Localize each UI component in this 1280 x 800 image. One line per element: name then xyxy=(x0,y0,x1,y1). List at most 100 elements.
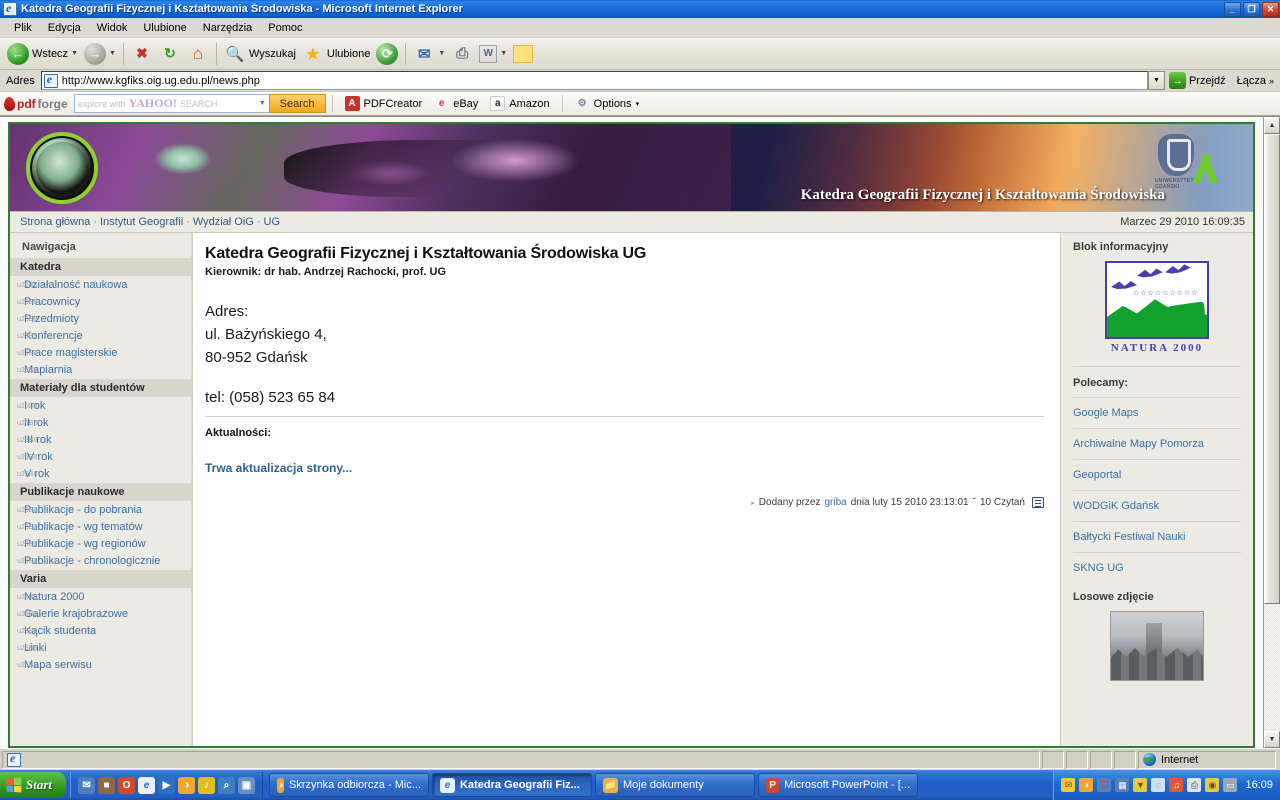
search-icon[interactable]: ⌕ xyxy=(218,776,236,794)
vertical-scrollbar[interactable]: ▲ ▼ xyxy=(1263,116,1280,748)
menu-item-plik[interactable]: Plik xyxy=(6,20,40,36)
menu-item-edycja[interactable]: Edycja xyxy=(40,20,89,36)
task-button-moje-dokumenty[interactable]: 📁 Moje dokumenty xyxy=(595,773,756,797)
mail-client-icon[interactable]: ◑ xyxy=(178,776,196,794)
natura-2000-logo[interactable]: ☆☆☆☆☆☆☆☆☆ xyxy=(1105,261,1209,339)
edit-dropdown-icon[interactable]: ▼ xyxy=(500,50,507,57)
close-button[interactable]: ✕ xyxy=(1262,1,1279,17)
camera-icon[interactable]: ■ xyxy=(98,776,116,794)
print-page-icon[interactable] xyxy=(1032,497,1044,508)
recommend-link-google-maps[interactable]: Google Maps xyxy=(1073,398,1241,429)
breadcrumb-ug[interactable]: UG xyxy=(264,216,281,228)
edit-button[interactable]: W ▼ xyxy=(476,41,510,67)
sidebar-item-iv-rok[interactable]: IV rok xyxy=(10,449,191,466)
search-dropdown-icon[interactable]: ▼ xyxy=(259,100,266,107)
messenger-button[interactable] xyxy=(510,41,536,67)
sidebar-item-linki[interactable]: Linki xyxy=(10,640,191,657)
stop-button[interactable]: ✖ xyxy=(128,41,156,67)
clock[interactable]: 16:09 xyxy=(1245,779,1273,791)
sidebar-item-ii-rok[interactable]: II rok xyxy=(10,415,191,432)
security-zone[interactable]: Internet xyxy=(1138,750,1276,769)
amazon-button[interactable]: a Amazon xyxy=(484,96,555,111)
sidebar-item-mapa-serwisu[interactable]: Mapa serwisu xyxy=(10,657,191,674)
address-input[interactable]: http://www.kgfiks.oig.ug.edu.pl/news.php xyxy=(40,71,1148,90)
print-button[interactable]: ⎙ xyxy=(448,41,476,67)
mail-client-tray-icon[interactable]: ◑ xyxy=(1079,778,1094,792)
menu-item-narzedzia[interactable]: Narzędzia xyxy=(195,20,261,36)
recommend-link-archiwalne-mapy[interactable]: Archiwalne Mapy Pomorza xyxy=(1073,429,1241,460)
menu-item-pomoc[interactable]: Pomoc xyxy=(260,20,310,36)
back-dropdown-icon[interactable]: ▼ xyxy=(71,50,78,57)
scrollbar-thumb[interactable] xyxy=(1264,134,1280,604)
show-desktop-icon[interactable]: ▣ xyxy=(238,776,256,794)
go-button[interactable]: → Przejdź xyxy=(1165,72,1233,89)
sidebar-item-i-rok[interactable]: I rok xyxy=(10,398,191,415)
search-button[interactable]: 🔍 Wyszukaj xyxy=(221,41,299,67)
sidebar-item-galerie-krajobrazowe[interactable]: Galerie krajobrazowe xyxy=(10,606,191,623)
maximize-button[interactable]: ❐ xyxy=(1243,1,1260,17)
home-button[interactable]: ⌂ xyxy=(184,41,212,67)
task-button-outlook[interactable]: ◑ Skrzynka odbiorcza - Mic... xyxy=(269,773,430,797)
recommend-link-wodgik[interactable]: WODGiK Gdańsk xyxy=(1073,491,1241,522)
sidebar-item-przedmioty[interactable]: Przedmioty xyxy=(10,311,191,328)
mail-button[interactable]: ✉ ▼ xyxy=(410,41,448,67)
network-icon[interactable]: ▦ xyxy=(1115,778,1130,792)
favorites-button[interactable]: ★ Ulubione xyxy=(299,41,373,67)
options-button[interactable]: ⚙ Options ▾ xyxy=(569,96,645,111)
sidebar-item-v-rok[interactable]: V rok xyxy=(10,466,191,483)
sidebar-item-mapiarnia[interactable]: Mapiarnia xyxy=(10,362,191,379)
task-button-internet-explorer[interactable]: e Katedra Geografii Fiz... xyxy=(432,773,593,797)
recommend-link-geoportal[interactable]: Geoportal xyxy=(1073,460,1241,491)
minimize-button[interactable]: _ xyxy=(1224,1,1241,17)
sidebar-item-prace-magisterskie[interactable]: Prace magisterskie xyxy=(10,345,191,362)
display-icon[interactable]: ▭ xyxy=(1223,778,1238,792)
antivirus-icon[interactable]: ◉ xyxy=(1205,778,1220,792)
forward-button[interactable]: → ▼ xyxy=(81,41,119,67)
network-disconnected-icon[interactable]: ❐ xyxy=(1097,778,1112,792)
scroll-down-button[interactable]: ▼ xyxy=(1264,731,1280,748)
random-photo-image[interactable] xyxy=(1110,611,1204,681)
sidebar-item-publikacje-do-pobrania[interactable]: Publikacje - do pobrania xyxy=(10,502,191,519)
outlook-icon[interactable]: ✉ xyxy=(78,776,96,794)
address-dropdown-button[interactable]: ▼ xyxy=(1147,71,1165,90)
pdfforge-logo[interactable]: pdf forge xyxy=(3,96,68,111)
links-button[interactable]: Łącza » xyxy=(1233,75,1278,87)
printer-tray-icon[interactable]: ⎙ xyxy=(1187,778,1202,792)
menu-item-ulubione[interactable]: Ulubione xyxy=(135,20,194,36)
sidebar-item-publikacje-chronologicznie[interactable]: Publikacje - chronologicznie xyxy=(10,553,191,570)
sidebar-item-dzialalnosc-naukowa[interactable]: Działalność naukowa xyxy=(10,277,191,294)
breadcrumb-home[interactable]: Strona główna xyxy=(20,216,90,228)
internet-explorer-icon[interactable]: e xyxy=(138,776,156,794)
breadcrumb-wydzial[interactable]: Wydział OiG xyxy=(193,216,254,228)
sidebar-item-konferencje[interactable]: Konferencje xyxy=(10,328,191,345)
recommend-link-skng-ug[interactable]: SKNG UG xyxy=(1073,553,1241,583)
sidebar-item-publikacje-wg-regionow[interactable]: Publikacje - wg regionów xyxy=(10,536,191,553)
task-button-powerpoint[interactable]: P Microsoft PowerPoint - [... xyxy=(758,773,919,797)
media-player-icon[interactable]: ▶ xyxy=(158,776,176,794)
recommend-link-baltycki-festiwal[interactable]: Bałtycki Festiwal Nauki xyxy=(1073,522,1241,553)
volume-icon[interactable]: ♫ xyxy=(1169,778,1184,792)
search-submit-button[interactable]: Search xyxy=(268,94,326,113)
breadcrumb-instytut[interactable]: Instytut Geografii xyxy=(100,216,183,228)
refresh-button[interactable]: ↻ xyxy=(156,41,184,67)
sidebar-item-kacik-studenta[interactable]: Kącik studenta xyxy=(10,623,191,640)
update-icon[interactable]: ◌ xyxy=(1151,778,1166,792)
meta-author-link[interactable]: griba xyxy=(824,497,846,508)
sidebar-item-natura-2000[interactable]: Natura 2000 xyxy=(10,589,191,606)
start-button[interactable]: Start xyxy=(0,772,67,798)
mail-dropdown-icon[interactable]: ▼ xyxy=(438,50,445,57)
mail-tray-icon[interactable]: ✉ xyxy=(1061,778,1076,792)
history-button[interactable]: ⟳ xyxy=(373,41,401,67)
sidebar-item-pracownicy[interactable]: Pracownicy xyxy=(10,294,191,311)
winamp-icon[interactable]: ♪ xyxy=(198,776,216,794)
security-shield-icon[interactable]: ▼ xyxy=(1133,778,1148,792)
scrollbar-track[interactable] xyxy=(1264,604,1280,731)
back-button[interactable]: ← Wstecz ▼ xyxy=(4,41,81,67)
yahoo-search-input[interactable]: explore with YAHOO! SEARCH ▼ xyxy=(73,94,270,113)
forward-dropdown-icon[interactable]: ▼ xyxy=(109,50,116,57)
menu-item-widok[interactable]: Widok xyxy=(89,20,136,36)
opera-icon[interactable]: O xyxy=(118,776,136,794)
ebay-button[interactable]: e eBay xyxy=(428,96,484,111)
sidebar-item-iii-rok[interactable]: III rok xyxy=(10,432,191,449)
pdfcreator-button[interactable]: A PDFCreator xyxy=(339,96,429,111)
